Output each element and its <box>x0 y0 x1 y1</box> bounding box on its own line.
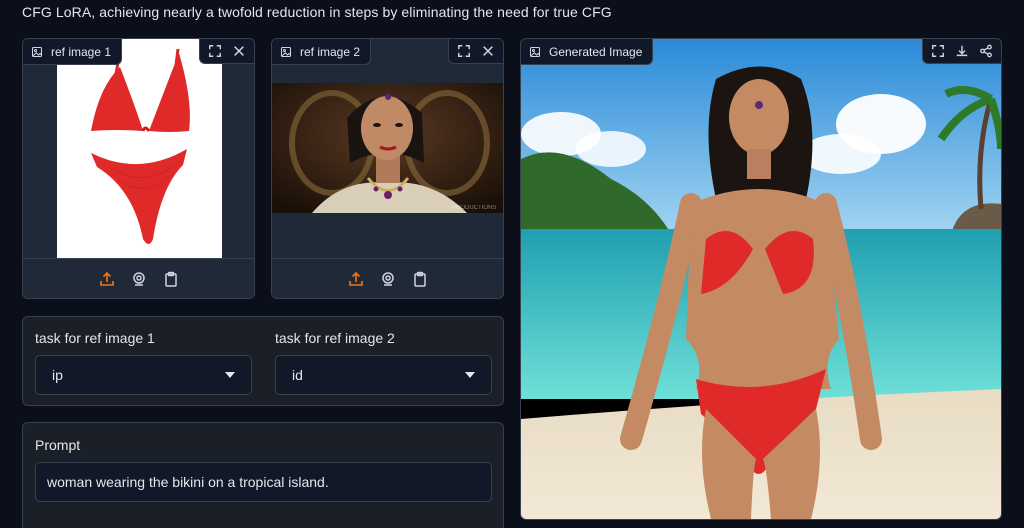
download-icon[interactable] <box>951 41 973 61</box>
chevron-down-icon <box>465 372 475 378</box>
clipboard-icon[interactable] <box>161 269 181 289</box>
task-2-label: task for ref image 2 <box>275 330 395 346</box>
prompt-panel: Prompt woman wearing the bikini on a tro… <box>22 422 504 528</box>
generated-image-panel: Generated Image <box>520 38 1002 520</box>
task-2-dropdown[interactable]: id <box>275 355 492 395</box>
ref-image-1-panel[interactable]: ref image 1 <box>22 38 255 299</box>
ref-image-2-label-text: ref image 2 <box>300 44 361 59</box>
fullscreen-icon[interactable] <box>927 41 949 61</box>
image-icon <box>280 46 292 57</box>
share-icon[interactable] <box>975 41 997 61</box>
prompt-text: woman wearing the bikini on a tropical i… <box>47 474 329 490</box>
ref-image-2-tools <box>448 39 503 64</box>
fullscreen-icon[interactable] <box>204 41 226 61</box>
ref-image-2-source-bar <box>272 258 503 298</box>
image-icon <box>529 46 541 57</box>
ref-image-1-source-bar <box>23 258 254 298</box>
image-icon <box>31 46 43 57</box>
task-1-value: ip <box>52 367 63 383</box>
bikini-product-image <box>57 39 222 259</box>
close-icon[interactable] <box>228 41 250 61</box>
fullscreen-icon[interactable] <box>453 41 475 61</box>
clipboard-icon[interactable] <box>410 269 430 289</box>
ref-image-2-panel[interactable]: ref image 2 PRODUCTIONS <box>271 38 504 299</box>
intro-text: CFG LoRA, achieving nearly a twofold red… <box>22 4 612 20</box>
watermark-text: PRODUCTIONS <box>452 205 496 211</box>
generated-beach-image <box>521 39 1001 519</box>
tasks-panel: task for ref image 1 ip task for ref ima… <box>22 316 504 406</box>
upload-icon[interactable] <box>346 269 366 289</box>
ref-image-2-label: ref image 2 <box>272 39 372 65</box>
ref-image-1-tools <box>199 39 254 64</box>
portrait-image: PRODUCTIONS <box>272 83 503 213</box>
task-2-value: id <box>292 367 303 383</box>
chevron-down-icon <box>225 372 235 378</box>
ref-image-2-area: PRODUCTIONS <box>272 39 503 259</box>
ref-image-1-label: ref image 1 <box>23 39 123 65</box>
ref-image-1-label-text: ref image 1 <box>51 44 112 59</box>
generated-image-label-text: Generated Image <box>549 44 643 59</box>
upload-icon[interactable] <box>97 269 117 289</box>
task-1-label: task for ref image 1 <box>35 330 155 346</box>
generated-image-label: Generated Image <box>521 39 654 65</box>
webcam-icon[interactable] <box>378 269 398 289</box>
webcam-icon[interactable] <box>129 269 149 289</box>
generated-image-tools <box>922 39 1001 64</box>
task-1-dropdown[interactable]: ip <box>35 355 252 395</box>
prompt-label: Prompt <box>35 437 81 453</box>
ref-image-1-area <box>23 39 254 259</box>
prompt-input[interactable]: woman wearing the bikini on a tropical i… <box>35 462 492 502</box>
close-icon[interactable] <box>477 41 499 61</box>
